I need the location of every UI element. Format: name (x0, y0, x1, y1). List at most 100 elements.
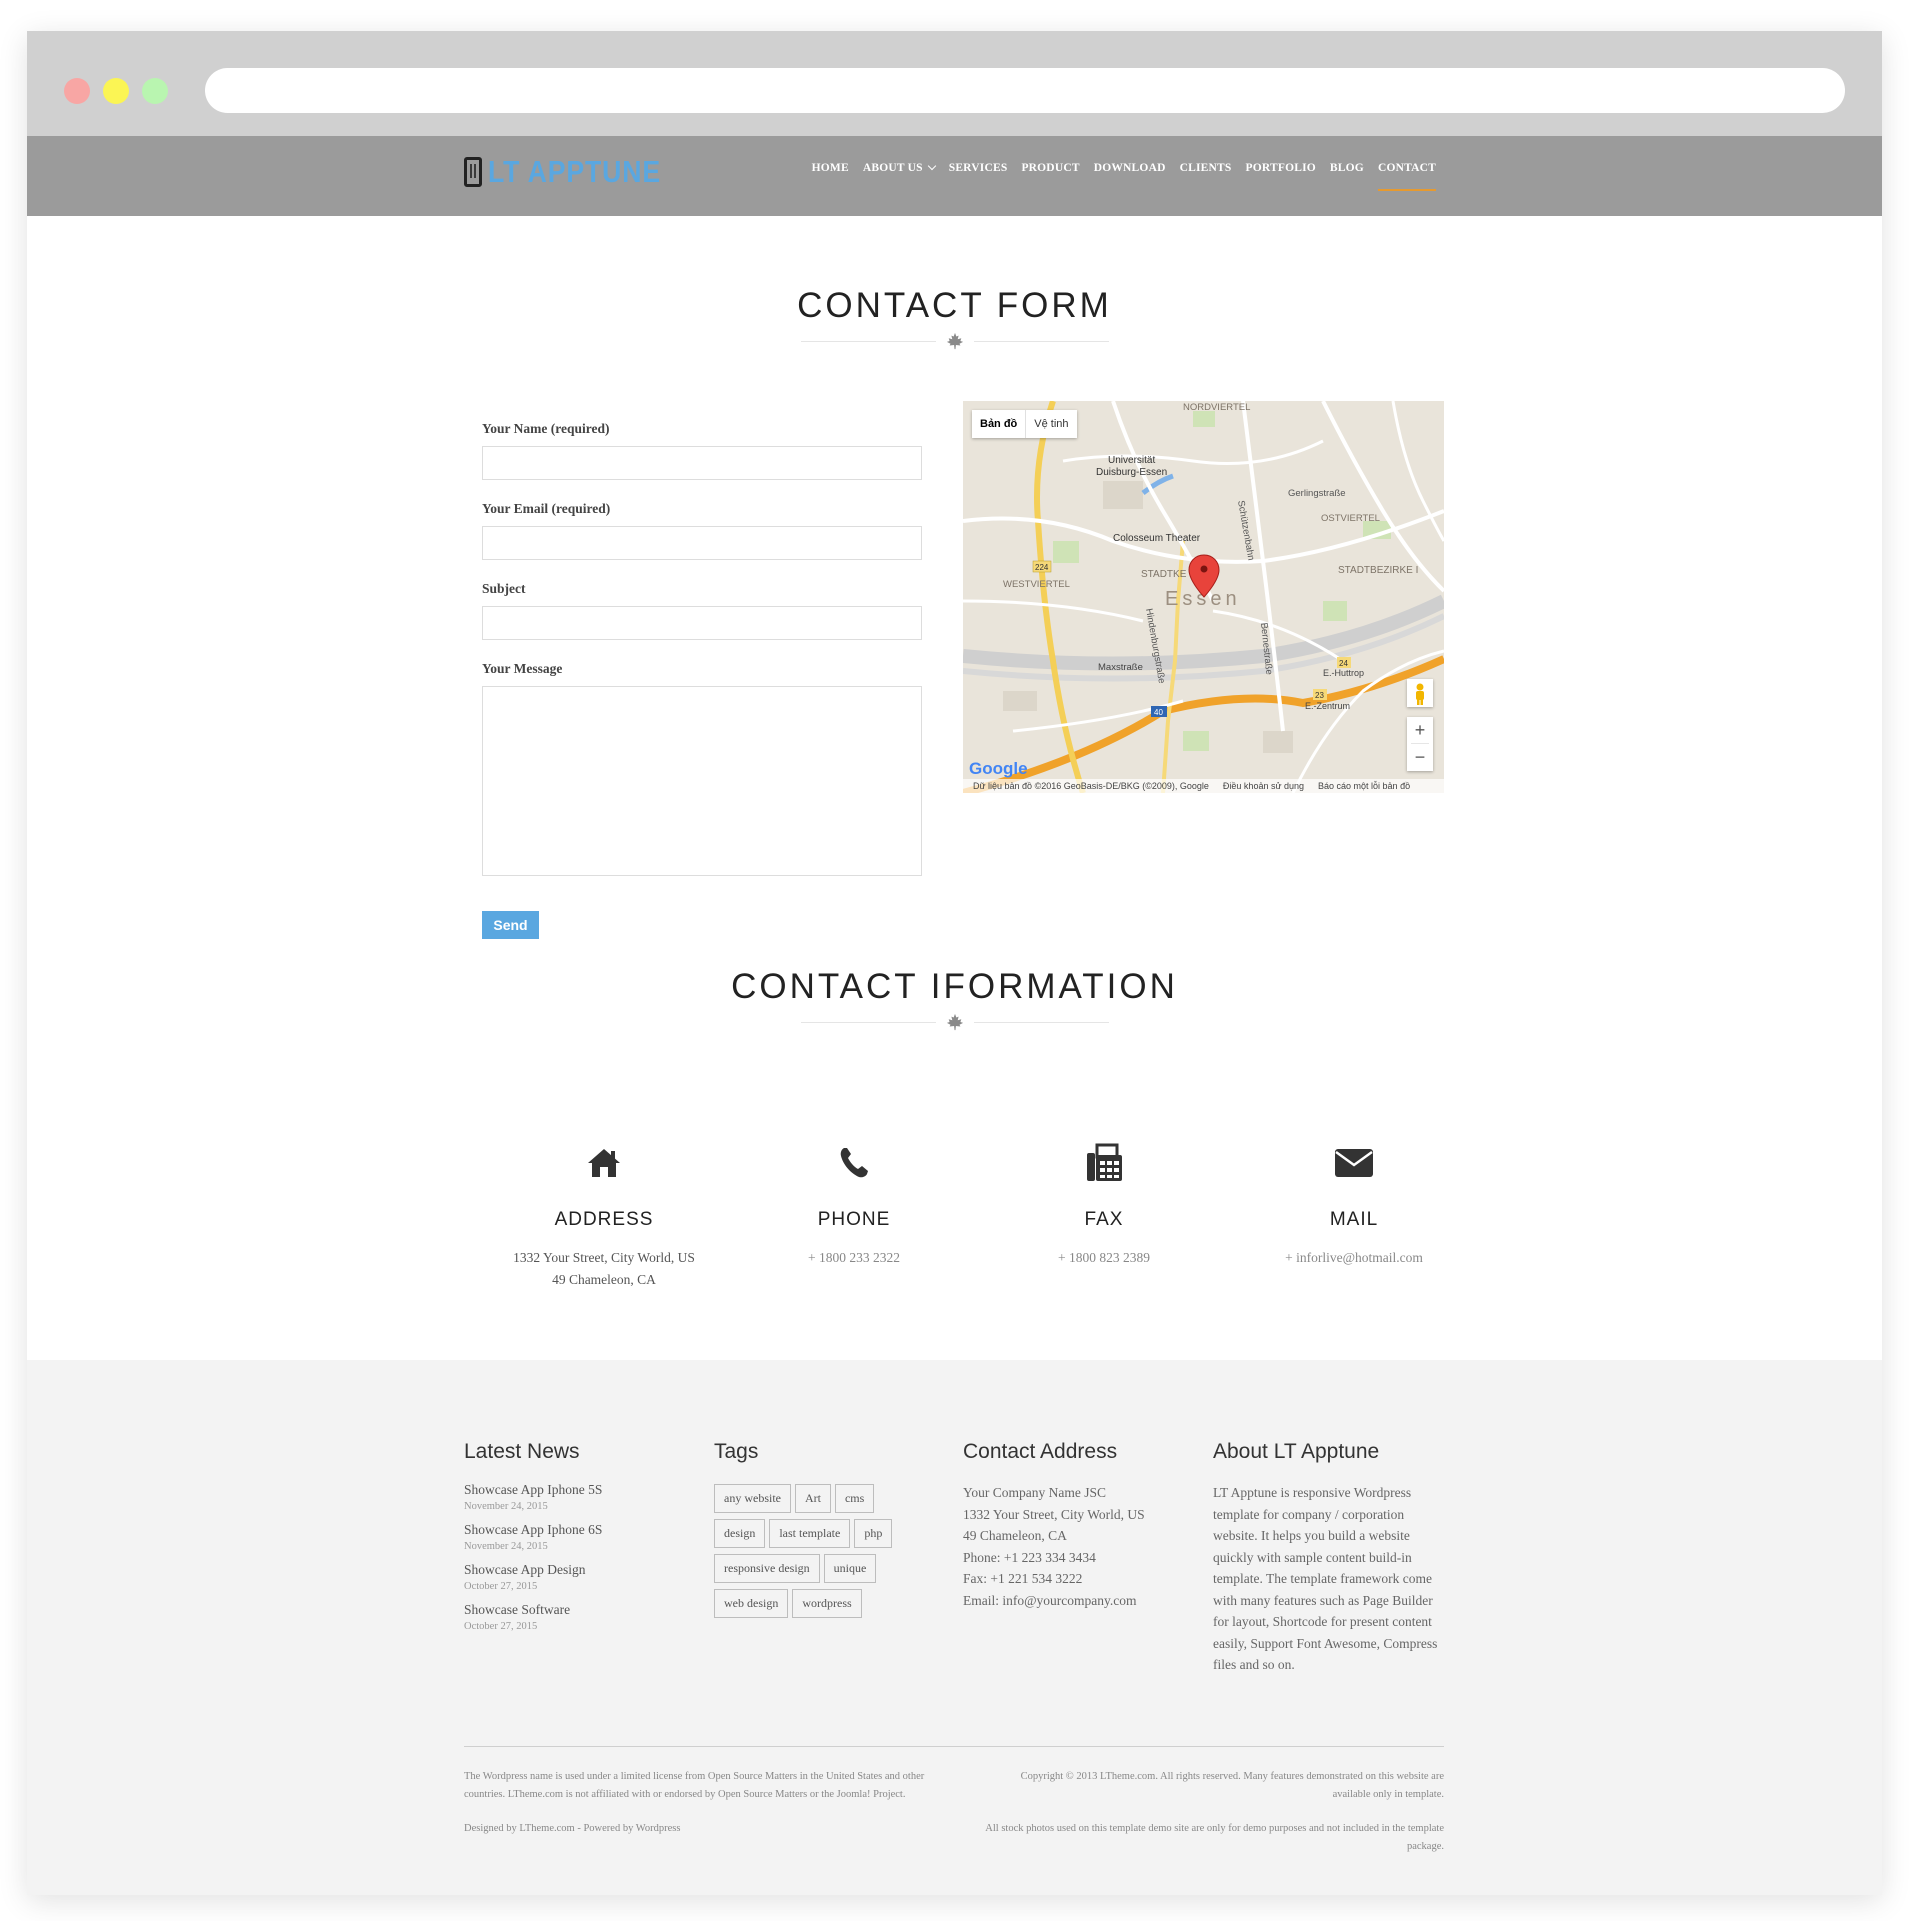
about-heading: About LT Apptune (1213, 1440, 1380, 1463)
phone-icon (729, 1141, 979, 1185)
nav-product[interactable]: PRODUCT (1021, 162, 1079, 174)
address-text: 1332 Your Street, City World, US 49 Cham… (513, 1250, 695, 1287)
map-label-huttrop: E.-Huttrop (1323, 668, 1364, 678)
news-title-link[interactable]: Showcase Software (464, 1602, 694, 1618)
title-ornament (27, 1013, 1882, 1031)
nav-download[interactable]: DOWNLOAD (1094, 162, 1166, 174)
mail-icon (1229, 1141, 1479, 1185)
address-heading: ADDRESS (554, 1209, 654, 1230)
tag-link[interactable]: design (714, 1519, 766, 1548)
tag-link[interactable]: last template (769, 1519, 851, 1548)
info-fax: FAX + 1800 823 2389 (979, 1141, 1229, 1269)
news-date: October 27, 2015 (464, 1621, 538, 1632)
nav-clients[interactable]: CLIENTS (1180, 162, 1232, 174)
site-logo[interactable]: LT APPTUNE (464, 154, 689, 190)
subject-label: Subject (482, 581, 526, 596)
phone-logo-icon (464, 157, 482, 187)
send-button[interactable]: Send (482, 911, 539, 939)
chevron-down-icon (927, 161, 936, 171)
google-logo[interactable]: Google (969, 759, 1028, 779)
stock-photos-note: All stock photos used on this template d… (985, 1823, 1444, 1852)
news-title-link[interactable]: Showcase App Design (464, 1562, 694, 1578)
map-label-nordviertel: NORDVIERTEL (1183, 402, 1250, 413)
tag-link[interactable]: responsive design (714, 1554, 820, 1583)
map-type-toggle: Bản đồ Vệ tinh (972, 410, 1077, 438)
copyright-text: Copyright © 2013 LTheme.com. All rights … (1020, 1771, 1444, 1800)
message-label: Your Message (482, 661, 563, 676)
zoom-out-button[interactable]: − (1407, 744, 1433, 770)
nav-contact[interactable]: CONTACT (1377, 162, 1437, 191)
tag-link[interactable]: any website (714, 1484, 791, 1513)
tag-link[interactable]: php (854, 1519, 893, 1548)
map-label-colosseum: Colosseum Theater (1113, 533, 1201, 544)
map-type-map-button[interactable]: Bản đồ (972, 410, 1027, 438)
nav-about-us[interactable]: ABOUT US (863, 161, 936, 174)
nav-home[interactable]: HOME (812, 162, 849, 174)
credit-link[interactable]: Designed by LTheme.com - Powered by Word… (464, 1820, 954, 1838)
google-map[interactable]: NORDVIERTEL Universität Duisburg-Essen C… (963, 401, 1444, 793)
footer-divider (464, 1746, 1444, 1747)
tag-link[interactable]: Art (794, 1484, 831, 1513)
map-label-university: Universität (1108, 455, 1155, 466)
map-terms-link[interactable]: Điều khoản sử dụng (1223, 779, 1304, 793)
contact-address-heading: Contact Address (963, 1440, 1118, 1463)
mail-text[interactable]: + inforlive@hotmail.com (1229, 1247, 1479, 1269)
map-zoom-control: + − (1407, 717, 1433, 771)
close-window-button[interactable] (64, 78, 90, 104)
map-attribution: Dữ liệu bản đồ ©2016 GeoBasis-DE/BKG (©2… (973, 781, 1209, 791)
subject-input[interactable] (482, 606, 922, 640)
contact-address-text: Your Company Name JSC 1332 Your Street, … (963, 1485, 1145, 1608)
home-icon (479, 1141, 729, 1185)
message-textarea[interactable] (482, 686, 922, 876)
maximize-window-button[interactable] (142, 78, 168, 104)
tag-link[interactable]: web design (714, 1589, 789, 1618)
list-item: Showcase App Design October 27, 2015 (464, 1562, 694, 1592)
news-title-link[interactable]: Showcase App Iphone 6S (464, 1522, 694, 1538)
fax-heading: FAX (1084, 1209, 1124, 1230)
footer-about: About LT Apptune LT Apptune is responsiv… (1213, 1440, 1443, 1676)
map-label-ostviertel: OSTVIERTEL (1321, 513, 1380, 524)
map-label-zentrum: E.-Zentrum (1305, 701, 1350, 711)
contact-form: Your Name (required) Your Email (require… (482, 421, 922, 939)
footer-tags: Tags any website Art cms design last tem… (714, 1440, 944, 1618)
address-bar[interactable] (205, 68, 1845, 113)
browser-window: LT APPTUNE HOME ABOUT US SERVICES PRODUC… (27, 31, 1882, 1895)
list-item: Showcase Software October 27, 2015 (464, 1602, 694, 1632)
zoom-in-button[interactable]: + (1407, 717, 1433, 743)
maple-leaf-icon (946, 1013, 963, 1031)
nav-blog[interactable]: BLOG (1330, 162, 1364, 174)
footer-legal-left: The Wordpress name is used under a limit… (464, 1768, 954, 1838)
map-label-maxstrasse: Maxstraße (1098, 662, 1143, 673)
nav-services[interactable]: SERVICES (949, 162, 1008, 174)
contact-form-heading-block: CONTACT FORM (27, 286, 1882, 350)
tags-heading: Tags (714, 1440, 759, 1463)
info-phone: PHONE + 1800 233 2322 (729, 1141, 979, 1269)
map-attribution-bar: Dữ liệu bản đồ ©2016 GeoBasis-DE/BKG (©2… (963, 779, 1444, 793)
road-number-24: 24 (1339, 659, 1348, 668)
site-footer: Latest News Showcase App Iphone 5S Novem… (27, 1360, 1882, 1895)
nav-portfolio[interactable]: PORTFOLIO (1246, 162, 1316, 174)
map-type-satellite-button[interactable]: Vệ tinh (1026, 410, 1076, 438)
fax-text: + 1800 823 2389 (1058, 1250, 1150, 1265)
name-label: Your Name (required) (482, 421, 610, 436)
street-view-pegman-icon[interactable] (1407, 679, 1433, 707)
tag-link[interactable]: cms (834, 1484, 875, 1513)
footer-contact-address: Contact Address Your Company Name JSC 13… (963, 1440, 1193, 1611)
footer-latest-news: Latest News Showcase App Iphone 5S Novem… (464, 1440, 694, 1642)
map-report-link[interactable]: Báo cáo một lỗi bản đồ (1318, 779, 1410, 793)
tag-link[interactable]: wordpress (792, 1589, 862, 1618)
info-address: ADDRESS 1332 Your Street, City World, US… (479, 1141, 729, 1291)
site-header: LT APPTUNE HOME ABOUT US SERVICES PRODUC… (27, 136, 1882, 216)
email-input[interactable] (482, 526, 922, 560)
phone-text[interactable]: + 1800 233 2322 (729, 1247, 979, 1269)
news-list: Showcase App Iphone 5S November 24, 2015… (464, 1482, 694, 1632)
news-title-link[interactable]: Showcase App Iphone 5S (464, 1482, 694, 1498)
map-canvas[interactable]: NORDVIERTEL Universität Duisburg-Essen C… (963, 401, 1444, 793)
minimize-window-button[interactable] (103, 78, 129, 104)
contact-info-title: CONTACT IFORMATION (731, 967, 1178, 1006)
tag-link[interactable]: unique (823, 1554, 877, 1583)
phone-heading: PHONE (817, 1209, 891, 1230)
browser-chrome (27, 31, 1882, 136)
road-number-23: 23 (1315, 691, 1324, 700)
name-input[interactable] (482, 446, 922, 480)
